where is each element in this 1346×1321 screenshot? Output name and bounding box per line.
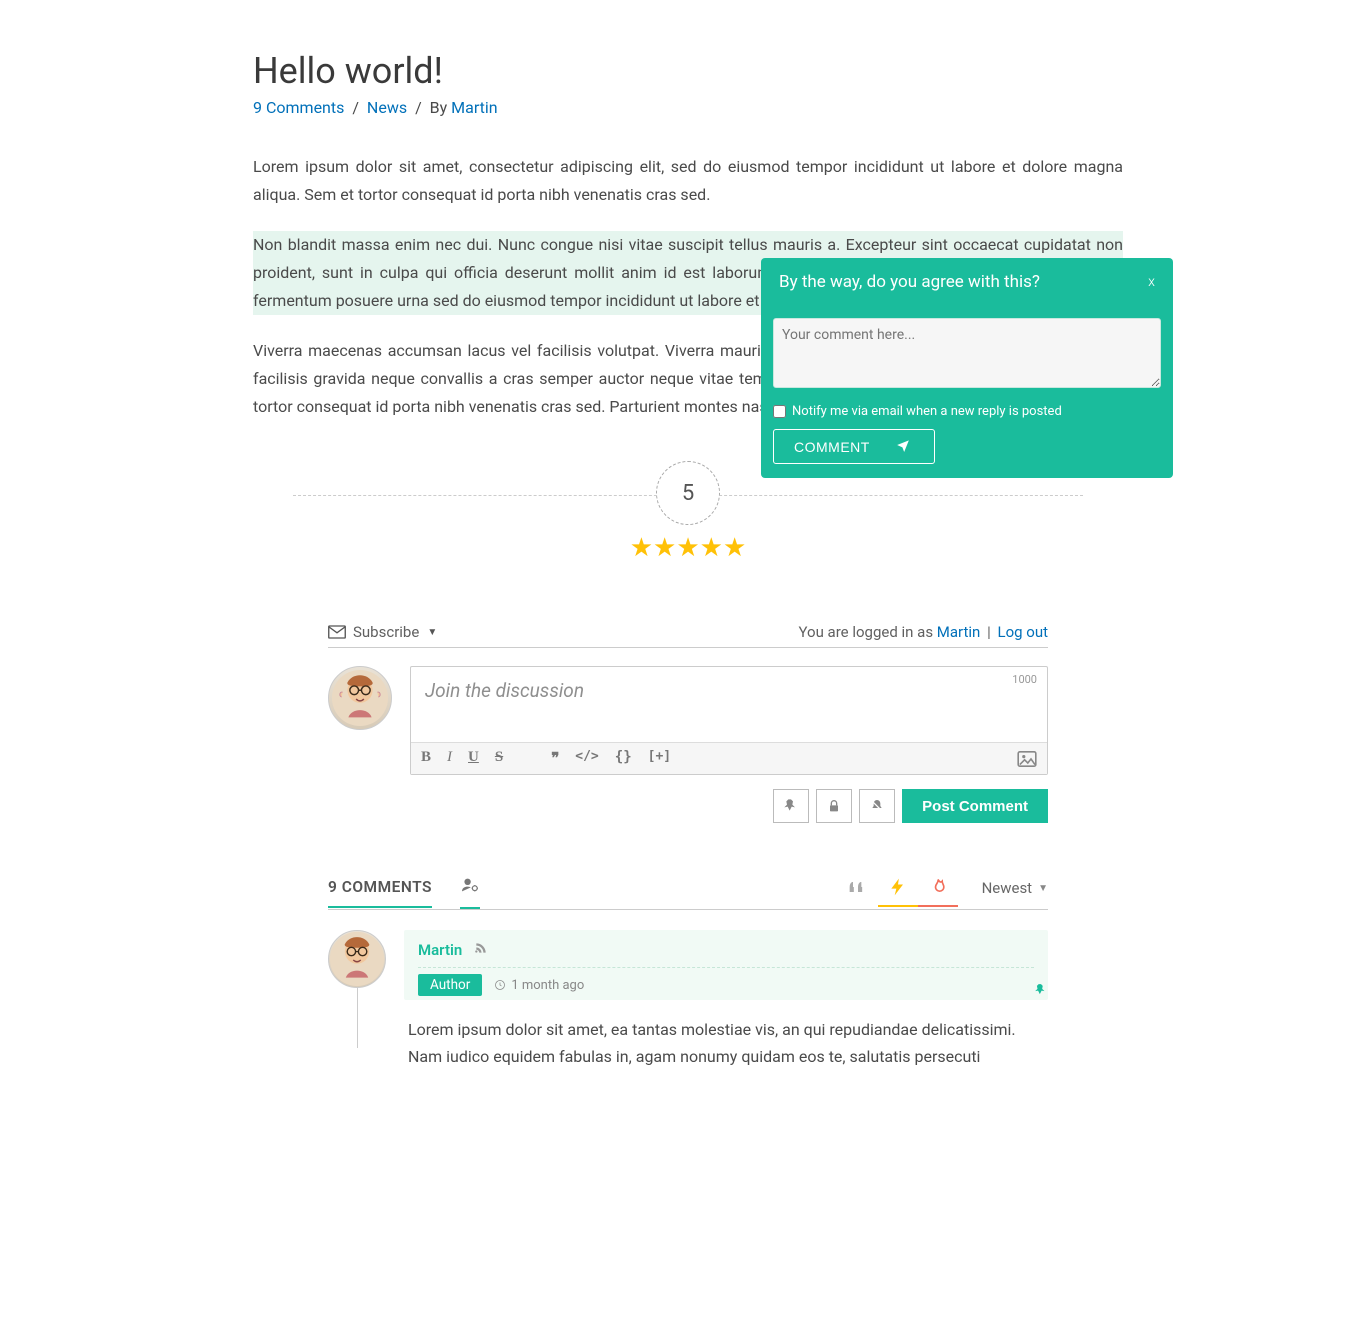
bold-button[interactable]: B <box>421 749 431 768</box>
clock-icon <box>494 979 506 991</box>
comment-time: 1 month ago <box>494 978 584 993</box>
author-link[interactable]: Martin <box>451 98 497 117</box>
rating-stars[interactable]: ★★★★★ <box>253 533 1123 563</box>
popup-notify-checkbox[interactable] <box>773 405 786 418</box>
compose-toolbar: B I U S ❞ </> {} [+] <box>411 742 1047 774</box>
quote-button[interactable]: ❞ <box>551 749 559 768</box>
login-status: You are logged in as Martin | Log out <box>798 623 1048 641</box>
bolt-icon <box>888 877 908 897</box>
star-icon: ★ <box>676 533 699 563</box>
star-icon: ★ <box>723 533 746 563</box>
inline-comment-popup: By the way, do you agree with this? x No… <box>761 258 1173 478</box>
filter-hot-tab[interactable] <box>918 869 958 907</box>
author-badge: Author <box>418 974 482 996</box>
paragraph: Lorem ipsum dolor sit amet, consectetur … <box>253 153 1123 209</box>
comment-author-name[interactable]: Martin <box>418 941 462 959</box>
star-icon: ★ <box>700 533 723 563</box>
star-icon: ★ <box>630 533 653 563</box>
popup-close-button[interactable]: x <box>1148 274 1155 290</box>
underline-button[interactable]: U <box>468 749 479 768</box>
filter-active-tab[interactable] <box>878 869 918 907</box>
avatar <box>328 666 392 730</box>
logged-user-link[interactable]: Martin <box>937 623 981 641</box>
comments-count-link[interactable]: 9 Comments <box>253 98 344 117</box>
post-meta: 9 Comments / News / By Martin <box>253 98 1123 117</box>
lock-toggle-button[interactable] <box>816 789 852 823</box>
rating-value: 5 <box>656 461 720 525</box>
category-link[interactable]: News <box>367 98 407 117</box>
comments-count-label: 9 COMMENTS <box>328 868 432 908</box>
strike-button[interactable]: S <box>495 749 503 768</box>
lock-icon <box>826 798 842 814</box>
avatar-face-icon <box>329 930 385 988</box>
char-limit: 1000 <box>1012 673 1037 686</box>
pinned-icon <box>1034 982 1048 1001</box>
popup-submit-button[interactable]: COMMENT <box>773 429 935 464</box>
comment-text: Lorem ipsum dolor sit amet, ea tantas mo… <box>404 1000 1048 1070</box>
user-gear-icon <box>460 877 480 893</box>
caret-down-icon: ▼ <box>427 627 437 638</box>
quote-icon <box>848 877 868 897</box>
code-button[interactable]: </> <box>575 749 598 768</box>
rating-block: 5 ★★★★★ <box>253 461 1123 563</box>
post-comment-button[interactable]: Post Comment <box>902 789 1048 823</box>
popup-comment-input[interactable] <box>773 318 1161 388</box>
by-label: By <box>430 98 448 117</box>
fire-icon <box>928 877 948 897</box>
post-title: Hello world! <box>253 50 1123 92</box>
pin-toggle-button[interactable] <box>773 789 809 823</box>
avatar <box>328 930 386 988</box>
meta-sep: / <box>415 98 422 117</box>
pin-icon <box>783 798 799 814</box>
star-icon: ★ <box>653 533 676 563</box>
caret-down-icon: ▼ <box>1038 883 1048 894</box>
meta-sep: / <box>352 98 359 117</box>
compose-input[interactable]: Join the discussion 1000 <box>411 667 1047 742</box>
image-button[interactable] <box>1017 751 1037 767</box>
settings-button[interactable] <box>460 867 480 909</box>
popup-notify-label[interactable]: Notify me via email when a new reply is … <box>773 404 1161 419</box>
insert-button[interactable]: [+] <box>648 749 671 768</box>
subscribe-dropdown[interactable]: Subscribe ▼ <box>328 623 437 641</box>
compose-box: Join the discussion 1000 B I U S ❞ </> {… <box>410 666 1048 775</box>
rss-icon[interactable] <box>474 940 488 959</box>
sort-dropdown[interactable]: Newest ▼ <box>982 879 1048 897</box>
bell-off-icon <box>869 798 885 814</box>
filter-all-tab[interactable] <box>838 869 878 907</box>
braces-button[interactable]: {} <box>615 749 632 768</box>
send-icon <box>892 438 914 455</box>
popup-prompt: By the way, do you agree with this? <box>779 272 1040 292</box>
popup-header: By the way, do you agree with this? x <box>761 258 1173 306</box>
mail-icon <box>328 625 346 639</box>
comment-item: Martin Author 1 month ago Lorem ipsum do… <box>328 930 1048 1070</box>
logout-link[interactable]: Log out <box>997 623 1048 641</box>
avatar-face-icon <box>331 669 389 727</box>
mute-toggle-button[interactable] <box>859 789 895 823</box>
italic-button[interactable]: I <box>447 749 452 768</box>
